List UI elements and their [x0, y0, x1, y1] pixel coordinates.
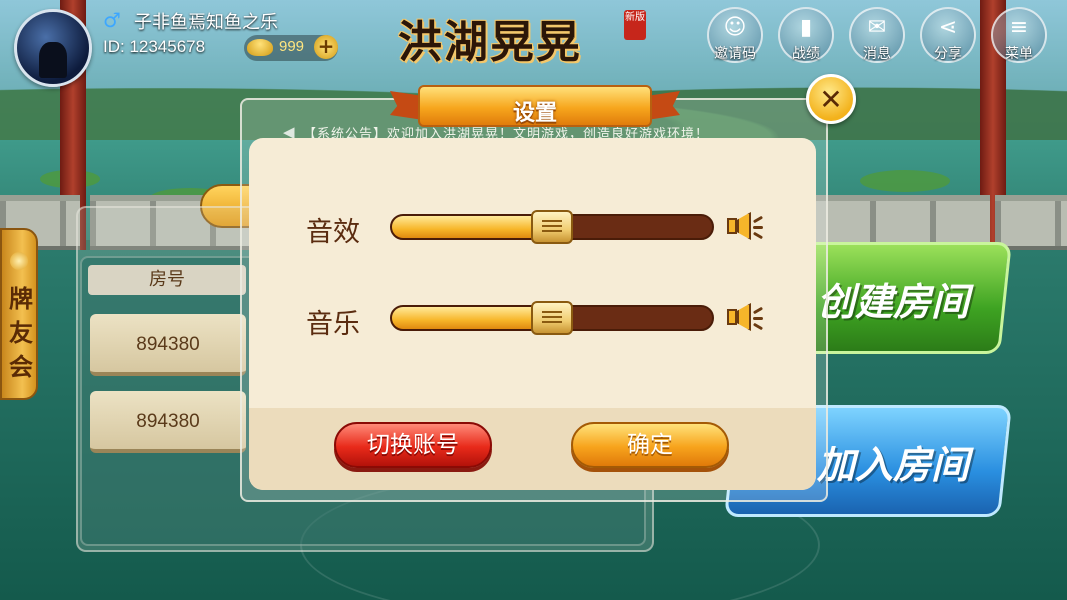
dialog-title: 设置 — [512, 101, 557, 126]
close-dialog-button[interactable]: ✕ — [806, 74, 856, 124]
dialog-title-ribbon: 设置 — [390, 85, 680, 131]
speaker-wave — [752, 215, 764, 224]
close-icon: ✕ — [819, 83, 843, 116]
speaker-wave — [752, 322, 764, 331]
sound-effect-fill — [392, 216, 554, 238]
knob-grip — [542, 220, 562, 234]
music-fill — [392, 307, 554, 329]
sound-effect-knob[interactable] — [531, 210, 573, 244]
speaker-wave — [753, 226, 763, 229]
speaker-cone — [737, 303, 751, 331]
music-knob[interactable] — [531, 301, 573, 335]
speaker-cone — [737, 212, 751, 240]
confirm-button[interactable]: 确定 — [571, 422, 729, 468]
speaker-wave — [752, 231, 764, 240]
sound-effect-label: 音效 — [306, 217, 360, 248]
volume-speaker-icon — [727, 210, 764, 244]
speaker-body — [727, 309, 737, 325]
speaker-wave — [752, 306, 764, 315]
ribbon-band: 设置 — [418, 85, 652, 127]
volume-speaker-icon — [727, 301, 764, 335]
knob-grip — [542, 311, 562, 325]
speaker-body — [727, 218, 737, 234]
speaker-wave — [753, 317, 763, 320]
music-label: 音乐 — [306, 309, 360, 340]
settings-card: 音效 音乐 切换账号 确定 — [249, 138, 816, 490]
switch-account-button[interactable]: 切换账号 — [334, 422, 492, 468]
